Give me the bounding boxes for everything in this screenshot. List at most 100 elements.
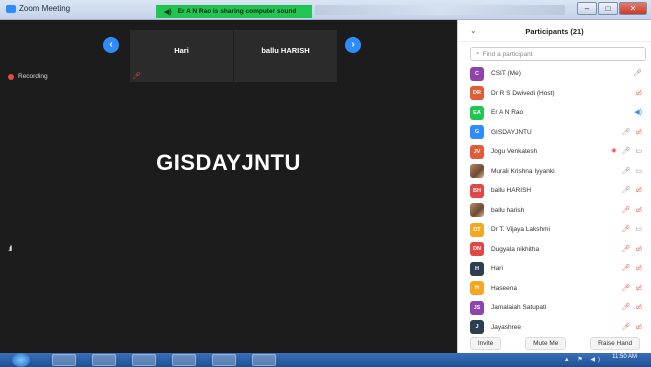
powerpoint-taskbar-icon[interactable] <box>252 354 276 366</box>
participant-row[interactable]: Murali Krishna Iyyanki 🎤︎ ▭ <box>458 162 651 182</box>
mic-icon[interactable]: 🎤︎ <box>633 69 642 77</box>
screen-share-icon[interactable]: ◉ <box>611 147 616 155</box>
taskbar-clock[interactable]: 11:50 AM <box>612 354 637 360</box>
video-off-icon[interactable]: ▭̸ <box>635 128 642 136</box>
screen-share-banner[interactable]: ◀) Er A N Rao is sharing computer sound <box>156 5 312 18</box>
muted-mic-icon[interactable]: 🎤︎ <box>621 206 630 214</box>
system-tray[interactable]: ▲ ⚑ ◀) <box>564 356 603 363</box>
mic-icon[interactable]: 🎤︎ <box>621 167 630 175</box>
mic-icon[interactable]: 🎤︎ <box>621 147 630 155</box>
participant-status-icons: 🎤︎ ▭ <box>621 167 642 175</box>
recording-indicator[interactable]: Recording <box>8 73 48 80</box>
participant-status-icons: 🎤︎ ▭̸ <box>621 323 642 331</box>
zoom-window: Zoom Meeting ◀) Er A N Rao is sharing co… <box>0 0 651 367</box>
raise-hand-button[interactable]: Raise Hand <box>590 336 641 350</box>
muted-mic-icon[interactable]: 🎤︎ <box>621 264 630 272</box>
signal-strength-icon: .ıll <box>8 246 12 253</box>
minimize-button[interactable]: – <box>577 2 597 15</box>
video-thumbnail[interactable]: Hari <box>130 30 233 82</box>
participant-row[interactable]: DT Dr T. Vijaya Lakshmi 🎤︎ ▭ <box>458 220 651 240</box>
participant-row[interactable]: EA Er A N Rao ◀) <box>458 103 651 123</box>
video-icon[interactable]: ▭ <box>635 225 642 233</box>
video-off-icon[interactable]: ▭̸ <box>635 186 642 194</box>
word-taskbar-icon[interactable] <box>172 354 196 366</box>
participant-name: Hari <box>491 265 503 273</box>
zoom-taskbar-icon[interactable] <box>212 354 236 366</box>
participant-status-icons: 🎤︎ ▭̸ <box>621 264 642 272</box>
participant-status-icons: 🎤︎ ▭̸ <box>621 245 642 253</box>
participant-name: Dr T. Vijaya Lakshmi <box>491 226 551 234</box>
chrome-taskbar-icon[interactable] <box>92 354 116 366</box>
participant-status-icons: ◉ 🎤︎ ▭ <box>611 147 642 155</box>
participant-row[interactable]: BH ballu HARISH 🎤︎ ▭̸ <box>458 181 651 201</box>
participant-row[interactable]: DN Dugyala nikhitha 🎤︎ ▭̸ <box>458 240 651 260</box>
avatar: DT <box>470 222 484 237</box>
muted-mic-icon[interactable]: 🎤︎ <box>621 245 630 253</box>
participant-row[interactable]: JV Jogu Venkatesh ◉ 🎤︎ ▭ <box>458 142 651 162</box>
participant-row[interactable]: JS Jamalaiah Satupati 🎤︎ ▭̸ <box>458 298 651 318</box>
participant-row[interactable]: ballu harish 🎤︎ ▭̸ <box>458 201 651 221</box>
participant-name: CSIT (Me) <box>491 70 521 78</box>
mic-icon[interactable]: 🎤︎ <box>621 128 630 136</box>
avatar: C <box>470 66 484 81</box>
mute-me-button[interactable]: Mute Me <box>525 336 567 350</box>
participant-name: Er A N Rao <box>491 109 524 117</box>
participant-name: GISDAYJNTU <box>491 128 532 136</box>
speaker-icon: ◀) <box>164 8 172 16</box>
thumbnail-name: ballu HARISH <box>261 46 310 55</box>
invite-button[interactable]: Invite <box>469 336 502 350</box>
avatar: JV <box>470 144 484 159</box>
participant-status-icons: 🎤︎ ▭̸ <box>621 186 642 194</box>
muted-mic-icon[interactable]: 🎤︎ <box>621 323 630 331</box>
participant-name: Murali Krishna Iyyanki <box>491 167 555 175</box>
avatar: H <box>470 261 484 276</box>
video-icon[interactable]: ▭ <box>635 147 642 155</box>
video-off-icon[interactable]: ▭̸ <box>635 206 642 214</box>
participant-row[interactable]: H Haseena 🎤︎ ▭̸ <box>458 279 651 299</box>
explorer-taskbar-icon[interactable] <box>132 354 156 366</box>
video-off-icon[interactable]: ▭̸ <box>635 303 642 311</box>
next-page-button[interactable]: › <box>345 37 361 53</box>
video-off-icon[interactable]: ▭̸ <box>635 245 642 253</box>
participant-name: Jamalaiah Satupati <box>491 304 547 312</box>
start-button[interactable] <box>12 353 30 367</box>
participant-status-icons: 🎤︎ <box>633 69 642 77</box>
participant-list: C CSIT (Me) 🎤︎ DR Dr R S Dwivedi (Host) ▭̸ EA E… <box>458 64 651 337</box>
speaking-icon[interactable]: ◀) <box>634 108 642 116</box>
participant-name: Jayashree <box>491 323 521 331</box>
participant-name: Dr R S Dwivedi (Host) <box>491 89 555 97</box>
video-icon[interactable]: ▭ <box>635 167 642 175</box>
participant-search-input[interactable]: ⌕ Find a participant <box>470 47 646 61</box>
participant-row[interactable]: G GISDAYJNTU 🎤︎ ▭̸ <box>458 123 651 143</box>
avatar: BH <box>470 183 484 198</box>
video-off-icon[interactable]: ▭̸ <box>635 323 642 331</box>
participant-status-icons: 🎤︎ ▭̸ <box>621 128 642 136</box>
mic-icon[interactable]: 🎤︎ <box>621 186 630 194</box>
previous-page-button[interactable]: ‹ <box>103 37 119 53</box>
participant-name: ballu harish <box>491 206 525 214</box>
muted-mic-icon[interactable]: 🎤︎ <box>621 303 630 311</box>
maximize-button[interactable]: □ <box>598 2 618 15</box>
video-off-icon[interactable]: ▭̸ <box>635 89 642 97</box>
participant-name: Jogu Venkatesh <box>491 148 538 156</box>
close-button[interactable]: ✕ <box>619 2 647 15</box>
avatar: EA <box>470 105 484 120</box>
muted-mic-icon[interactable]: 🎤︎ <box>621 225 630 233</box>
participants-footer: Invite Mute Me Raise Hand <box>458 333 651 353</box>
active-speaker-name: GISDAYJNTU <box>156 150 301 175</box>
participant-status-icons: ◀) <box>634 108 642 116</box>
participant-row[interactable]: C CSIT (Me) 🎤︎ <box>458 64 651 84</box>
ie-taskbar-icon[interactable] <box>52 354 76 366</box>
participant-status-icons: 🎤︎ ▭ <box>621 225 642 233</box>
muted-mic-icon[interactable]: 🎤︎ <box>621 284 630 292</box>
recording-label: Recording <box>18 73 48 80</box>
video-thumbnail[interactable]: ballu HARISH 🎤︎ <box>132 30 337 82</box>
participant-row[interactable]: H Hari 🎤︎ ▭̸ <box>458 259 651 279</box>
video-off-icon[interactable]: ▭̸ <box>635 264 642 272</box>
window-controls: – □ ✕ <box>577 2 647 15</box>
participant-row[interactable]: DR Dr R S Dwivedi (Host) ▭̸ <box>458 84 651 104</box>
video-thumbnail-strip: Hari ballu HARISH 🎤︎ <box>130 30 337 82</box>
avatar: DN <box>470 242 484 257</box>
video-off-icon[interactable]: ▭̸ <box>635 284 642 292</box>
avatar: H <box>470 281 484 296</box>
